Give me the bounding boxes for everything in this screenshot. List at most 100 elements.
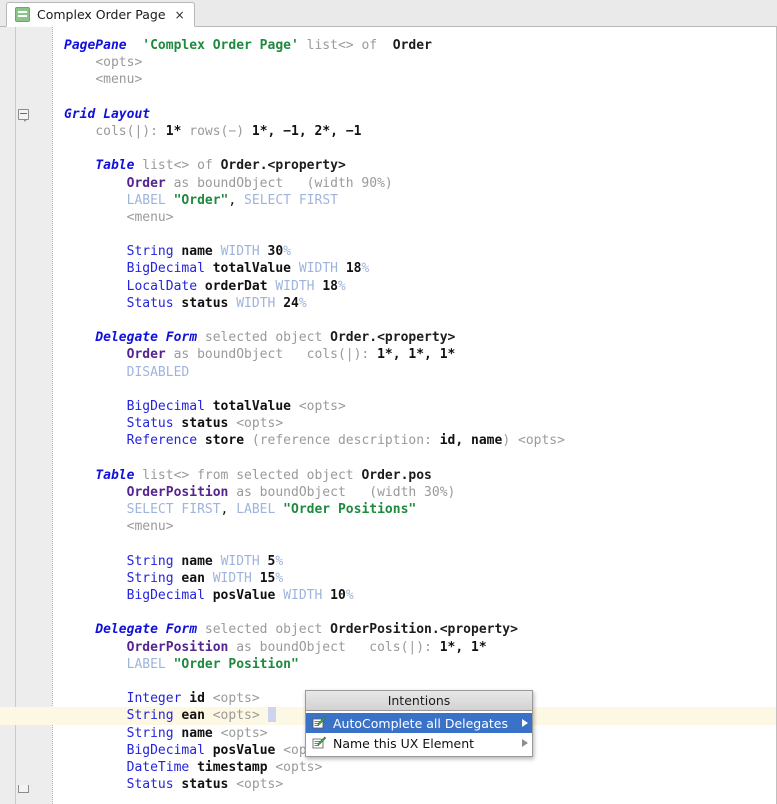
code-line[interactable] (52, 226, 776, 243)
code-token: , (228, 192, 245, 208)
code-line[interactable]: Order as boundObject (width 90%) (52, 175, 776, 192)
intentions-menu-item[interactable]: Name this UX Element (306, 733, 532, 753)
code-token: % (361, 261, 370, 277)
code-token: OrderPosition (126, 484, 229, 500)
code-token: Reference (126, 433, 198, 449)
code-token: orderDat (204, 278, 268, 294)
code-line[interactable]: String ean WIDTH 15% (52, 570, 776, 587)
fold-toggle-icon[interactable] (18, 108, 29, 122)
code-line[interactable]: Table list<> of Order.<property> (52, 157, 776, 174)
tab-complex-order-page[interactable]: Complex Order Page × (6, 2, 195, 27)
code-line[interactable] (52, 450, 776, 467)
code-token: id, name (439, 433, 503, 449)
code-line[interactable] (52, 604, 776, 621)
code-line[interactable]: Order as boundObject cols(|): 1*, 1*, 1* (52, 346, 776, 363)
code-token: status (181, 777, 229, 793)
code-token: posValue (212, 588, 276, 603)
code-line[interactable]: OrderPosition as boundObject (width 30%) (52, 484, 776, 501)
code-token: DateTime (126, 759, 190, 775)
intentions-popup[interactable]: Intentions AutoComplete all Delegates Nam… (305, 690, 533, 757)
code-line[interactable]: String name WIDTH 30% (52, 243, 776, 260)
code-token: SELECT FIRST (244, 192, 338, 208)
code-token: 'Complex Order Page' (142, 38, 299, 53)
text-caret (267, 707, 276, 723)
code-line[interactable]: SELECT FIRST, LABEL "Order Positions" (52, 501, 776, 518)
code-token: WIDTH (220, 244, 260, 260)
code-token: <opts> (275, 759, 323, 775)
code-line[interactable]: Status status <opts> (52, 415, 776, 432)
code-token: name (181, 553, 213, 569)
code-line[interactable]: Table list<> from selected object Order.… (52, 467, 776, 484)
code-token: Grid Layout (64, 106, 151, 122)
code-line[interactable]: LocalDate orderDat WIDTH 18% (52, 278, 776, 295)
code-editor[interactable]: PagePane 'Complex Order Page' list<> of … (0, 27, 777, 804)
code-line[interactable]: PagePane 'Complex Order Page' list<> of … (52, 37, 776, 54)
code-line[interactable] (52, 381, 776, 398)
code-line[interactable]: <opts> (52, 54, 776, 71)
fold-end-icon[interactable] (18, 784, 29, 793)
intentions-list[interactable]: AutoComplete all Delegates Name this UX E… (306, 711, 532, 756)
code-line[interactable] (52, 89, 776, 106)
intentions-item-label: AutoComplete all Delegates (333, 715, 508, 731)
code-line[interactable]: BigDecimal posValue WIDTH 10% (52, 587, 776, 604)
code-line[interactable]: LABEL "Order", SELECT FIRST (52, 192, 776, 209)
code-line[interactable] (52, 312, 776, 329)
code-token: <opts> (212, 708, 260, 724)
editor-tab-bar: Complex Order Page × (0, 0, 777, 27)
code-line[interactable]: <menu> (52, 518, 776, 535)
code-token: 18 (345, 261, 362, 277)
code-token: as boundObject (width 30%) (236, 484, 456, 500)
code-line[interactable]: cols(|): 1* rows(−) 1*, −1, 2*, −1 (52, 123, 776, 140)
intentions-menu-item[interactable]: AutoComplete all Delegates (306, 713, 532, 733)
code-line[interactable]: Status status WIDTH 24% (52, 295, 776, 312)
code-line[interactable]: <menu> (52, 209, 776, 226)
code-line[interactable]: Reference store (reference description: … (52, 432, 776, 449)
code-token: Order.pos (361, 467, 432, 483)
code-line[interactable]: BigDecimal totalValue <opts> (52, 398, 776, 415)
chevron-right-icon[interactable] (522, 739, 528, 747)
code-token: BigDecimal (126, 261, 205, 277)
code-line[interactable] (52, 535, 776, 552)
code-line[interactable]: Delegate Form selected object OrderPosit… (52, 621, 776, 638)
code-line[interactable]: DateTime timestamp <opts> (52, 759, 776, 776)
code-line[interactable]: Grid Layout (52, 106, 776, 123)
code-token: ean (181, 570, 205, 586)
code-line[interactable]: Status status <opts> (52, 776, 776, 793)
code-line[interactable]: Delegate Form selected object Order.<pro… (52, 329, 776, 346)
code-line[interactable]: <menu> (52, 71, 776, 88)
code-token: <opts> (236, 777, 284, 793)
code-content[interactable]: PagePane 'Complex Order Page' list<> of … (0, 27, 776, 804)
code-line[interactable]: DISABLED (52, 364, 776, 381)
code-token: as boundObject cols(|): (236, 639, 440, 655)
code-token: String (126, 725, 174, 741)
code-line[interactable]: BigDecimal totalValue WIDTH 18% (52, 260, 776, 277)
code-line[interactable] (52, 140, 776, 157)
code-token: Table (95, 158, 135, 174)
code-token: <opts> (220, 725, 268, 741)
code-line[interactable]: LABEL "Order Position" (52, 656, 776, 673)
chevron-right-icon[interactable] (522, 719, 528, 727)
close-icon[interactable]: × (175, 9, 185, 21)
code-line[interactable] (52, 673, 776, 690)
code-line[interactable]: String name WIDTH 5% (52, 553, 776, 570)
code-token: 18 (322, 278, 338, 294)
editor-gutter[interactable] (0, 27, 52, 804)
code-token: <opts> (212, 691, 260, 707)
code-line[interactable]: OrderPosition as boundObject cols(|): 1*… (52, 639, 776, 656)
